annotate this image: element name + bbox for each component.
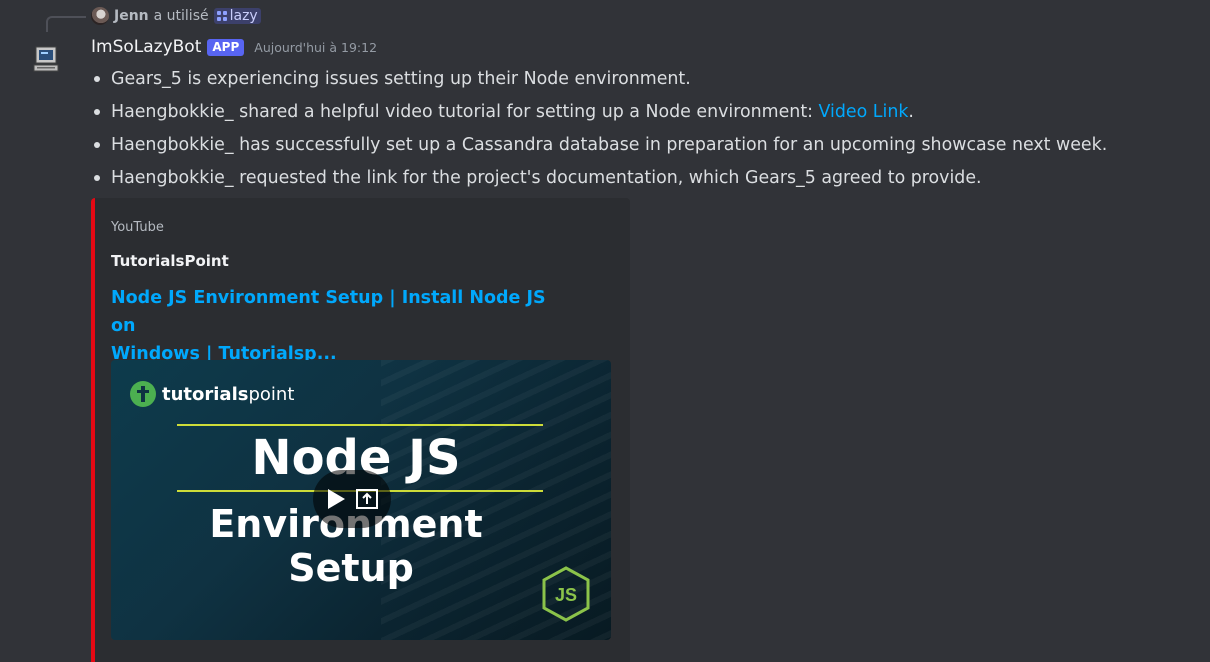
reply-action-text: a utilisé [153, 8, 209, 24]
slash-command-name: lazy [229, 8, 258, 24]
list-item: Haengbokkie_ requested the link for the … [91, 163, 1107, 196]
reply-context[interactable]: Jenn a utilisé lazy [91, 6, 261, 26]
reply-connector [46, 16, 86, 32]
embed-author[interactable]: TutorialsPoint [111, 252, 229, 270]
embed-provider[interactable]: YouTube [111, 220, 164, 235]
bot-username[interactable]: ImSoLazyBot [91, 37, 201, 57]
list-item: Gears_5 is experiencing issues setting u… [91, 64, 1107, 97]
play-controls[interactable] [313, 470, 391, 528]
message-timestamp: Aujourd'hui à 19:12 [254, 39, 378, 55]
summary-list: Gears_5 is experiencing issues setting u… [91, 64, 1107, 196]
tutorialspoint-logo-icon [130, 381, 156, 407]
message-header: ImSoLazyBot APP Aujourd'hui à 19:12 [91, 35, 377, 59]
nodejs-icon: JS [542, 566, 590, 622]
video-thumbnail[interactable]: tutorialspoint Node JS Environment Setup… [111, 360, 611, 640]
reply-username[interactable]: Jenn [114, 8, 149, 24]
list-item: Haengbokkie_ has successfully set up a C… [91, 130, 1107, 163]
slash-command-chip[interactable]: lazy [213, 8, 261, 24]
youtube-embed: YouTube TutorialsPoint Node JS Environme… [91, 198, 630, 662]
popout-icon[interactable] [356, 489, 378, 509]
slash-command-icon [216, 11, 227, 21]
tutorialspoint-logo: tutorialspoint [129, 380, 294, 408]
bot-computer-icon[interactable] [31, 44, 61, 74]
embed-title-link[interactable]: Node JS Environment Setup | Install Node… [111, 284, 571, 368]
app-badge: APP [207, 38, 245, 56]
video-link[interactable]: Video Link [819, 102, 909, 122]
svg-text:JS: JS [555, 585, 577, 605]
play-icon[interactable] [326, 488, 346, 510]
title-rule-top [177, 424, 543, 426]
thumbnail-subtitle-2: Setup [288, 546, 414, 590]
list-item: Haengbokkie_ shared a helpful video tuto… [91, 97, 1107, 130]
reply-avatar-icon[interactable] [91, 7, 109, 25]
